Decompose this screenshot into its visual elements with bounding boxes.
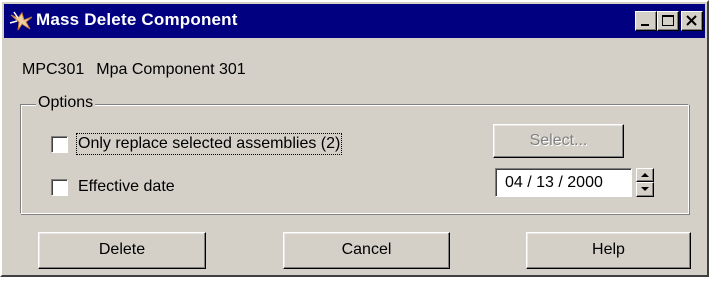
effective-date-field[interactable]: 04 / 13 / 2000 — [495, 168, 632, 197]
help-button-label: Help — [592, 241, 625, 258]
cancel-button-label: Cancel — [341, 241, 392, 258]
maximize-icon — [662, 15, 674, 26]
component-info: MPC301 Mpa Component 301 — [22, 61, 246, 79]
component-code: MPC301 — [22, 61, 85, 78]
app-icon — [9, 11, 33, 31]
minimize-icon — [641, 24, 649, 26]
mass-delete-dialog: Mass Delete Component MPC301 Mpa Componen… — [0, 0, 709, 277]
title-bar[interactable]: Mass Delete Component — [4, 4, 705, 38]
select-button[interactable]: Select... — [493, 124, 624, 158]
component-name: Mpa Component 301 — [96, 61, 246, 78]
close-button[interactable] — [681, 11, 703, 31]
help-button[interactable]: Help — [526, 232, 691, 269]
date-spin-down[interactable] — [636, 182, 654, 197]
options-groupbox — [20, 104, 689, 214]
options-group-label: Options — [36, 94, 96, 112]
date-spin-up[interactable] — [636, 168, 654, 182]
cancel-button[interactable]: Cancel — [283, 232, 450, 269]
effective-date-checkbox[interactable] — [51, 179, 68, 196]
select-button-label: Select... — [529, 132, 588, 149]
replace-selected-label[interactable]: Only replace selected assemblies (2) — [75, 133, 343, 155]
close-icon — [686, 15, 697, 26]
window-title: Mass Delete Component — [36, 10, 238, 29]
delete-button[interactable]: Delete — [38, 232, 206, 269]
arrow-up-icon — [641, 173, 649, 177]
maximize-button[interactable] — [657, 11, 679, 31]
effective-date-value: 04 / 13 / 2000 — [505, 174, 603, 191]
replace-selected-checkbox[interactable] — [51, 136, 68, 153]
arrow-down-icon — [641, 187, 649, 191]
effective-date-label[interactable]: Effective date — [78, 178, 175, 196]
minimize-button[interactable] — [635, 11, 657, 31]
delete-button-label: Delete — [98, 241, 146, 258]
